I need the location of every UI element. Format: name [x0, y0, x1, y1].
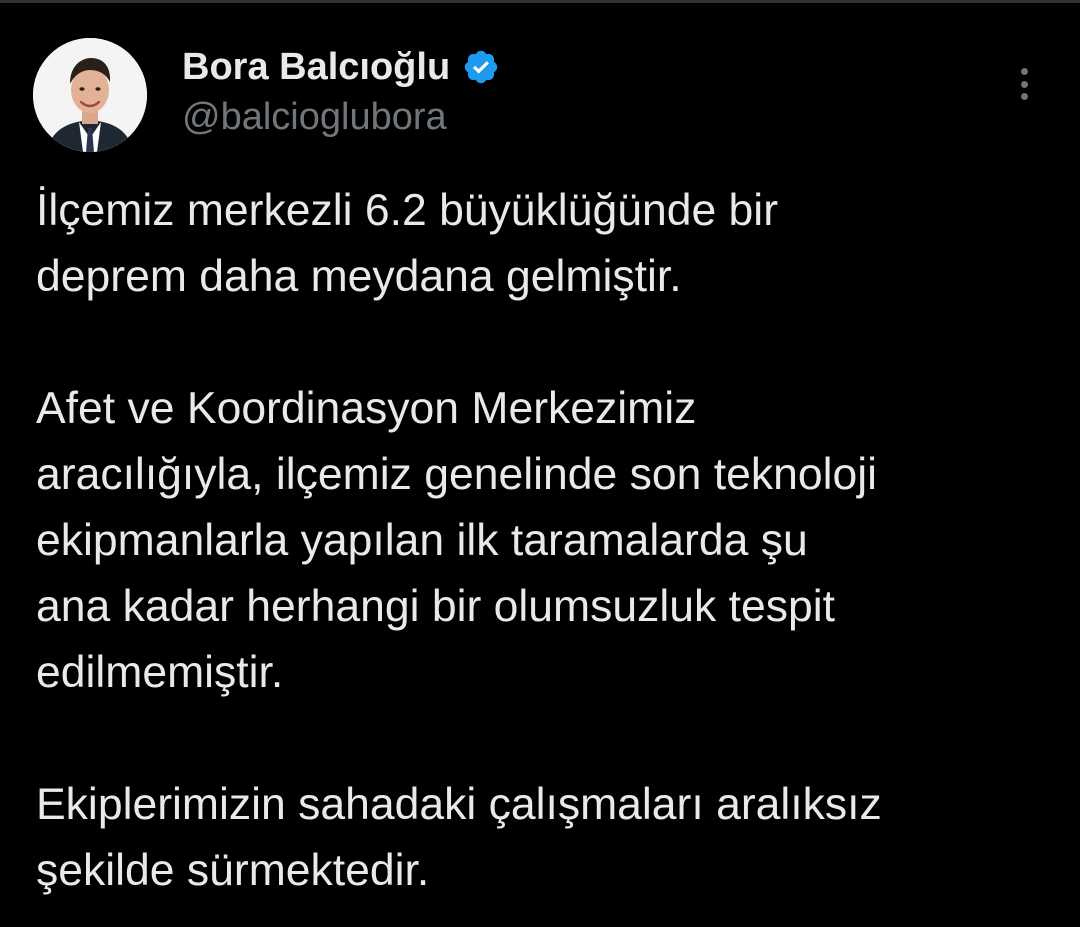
tweet-paragraph: Ekiplerimizin sahadaki çalışmaları aralı…	[36, 780, 882, 895]
menu-dot	[1020, 68, 1028, 75]
tweet-text: İlçemiz merkezli 6.2 büyüklüğünde bir de…	[36, 178, 1056, 904]
tweet-paragraph: Afet ve Koordinasyon Merkezimiz aracılığ…	[36, 384, 878, 697]
avatar[interactable]	[33, 38, 147, 152]
menu-dot	[1020, 93, 1028, 100]
verified-badge-icon	[462, 48, 500, 86]
tweet-paragraph: İlçemiz merkezli 6.2 büyüklüğünde bir de…	[36, 186, 779, 301]
author-handle[interactable]: @balcioglubora	[182, 96, 447, 139]
top-divider	[0, 0, 1080, 3]
menu-dot	[1020, 80, 1028, 88]
author-display-name[interactable]: Bora Balcıoğlu	[182, 46, 450, 89]
profile-photo	[33, 38, 147, 152]
author-name-row[interactable]: Bora Balcıoğlu	[182, 44, 500, 90]
more-vertical-icon[interactable]	[1004, 62, 1044, 106]
